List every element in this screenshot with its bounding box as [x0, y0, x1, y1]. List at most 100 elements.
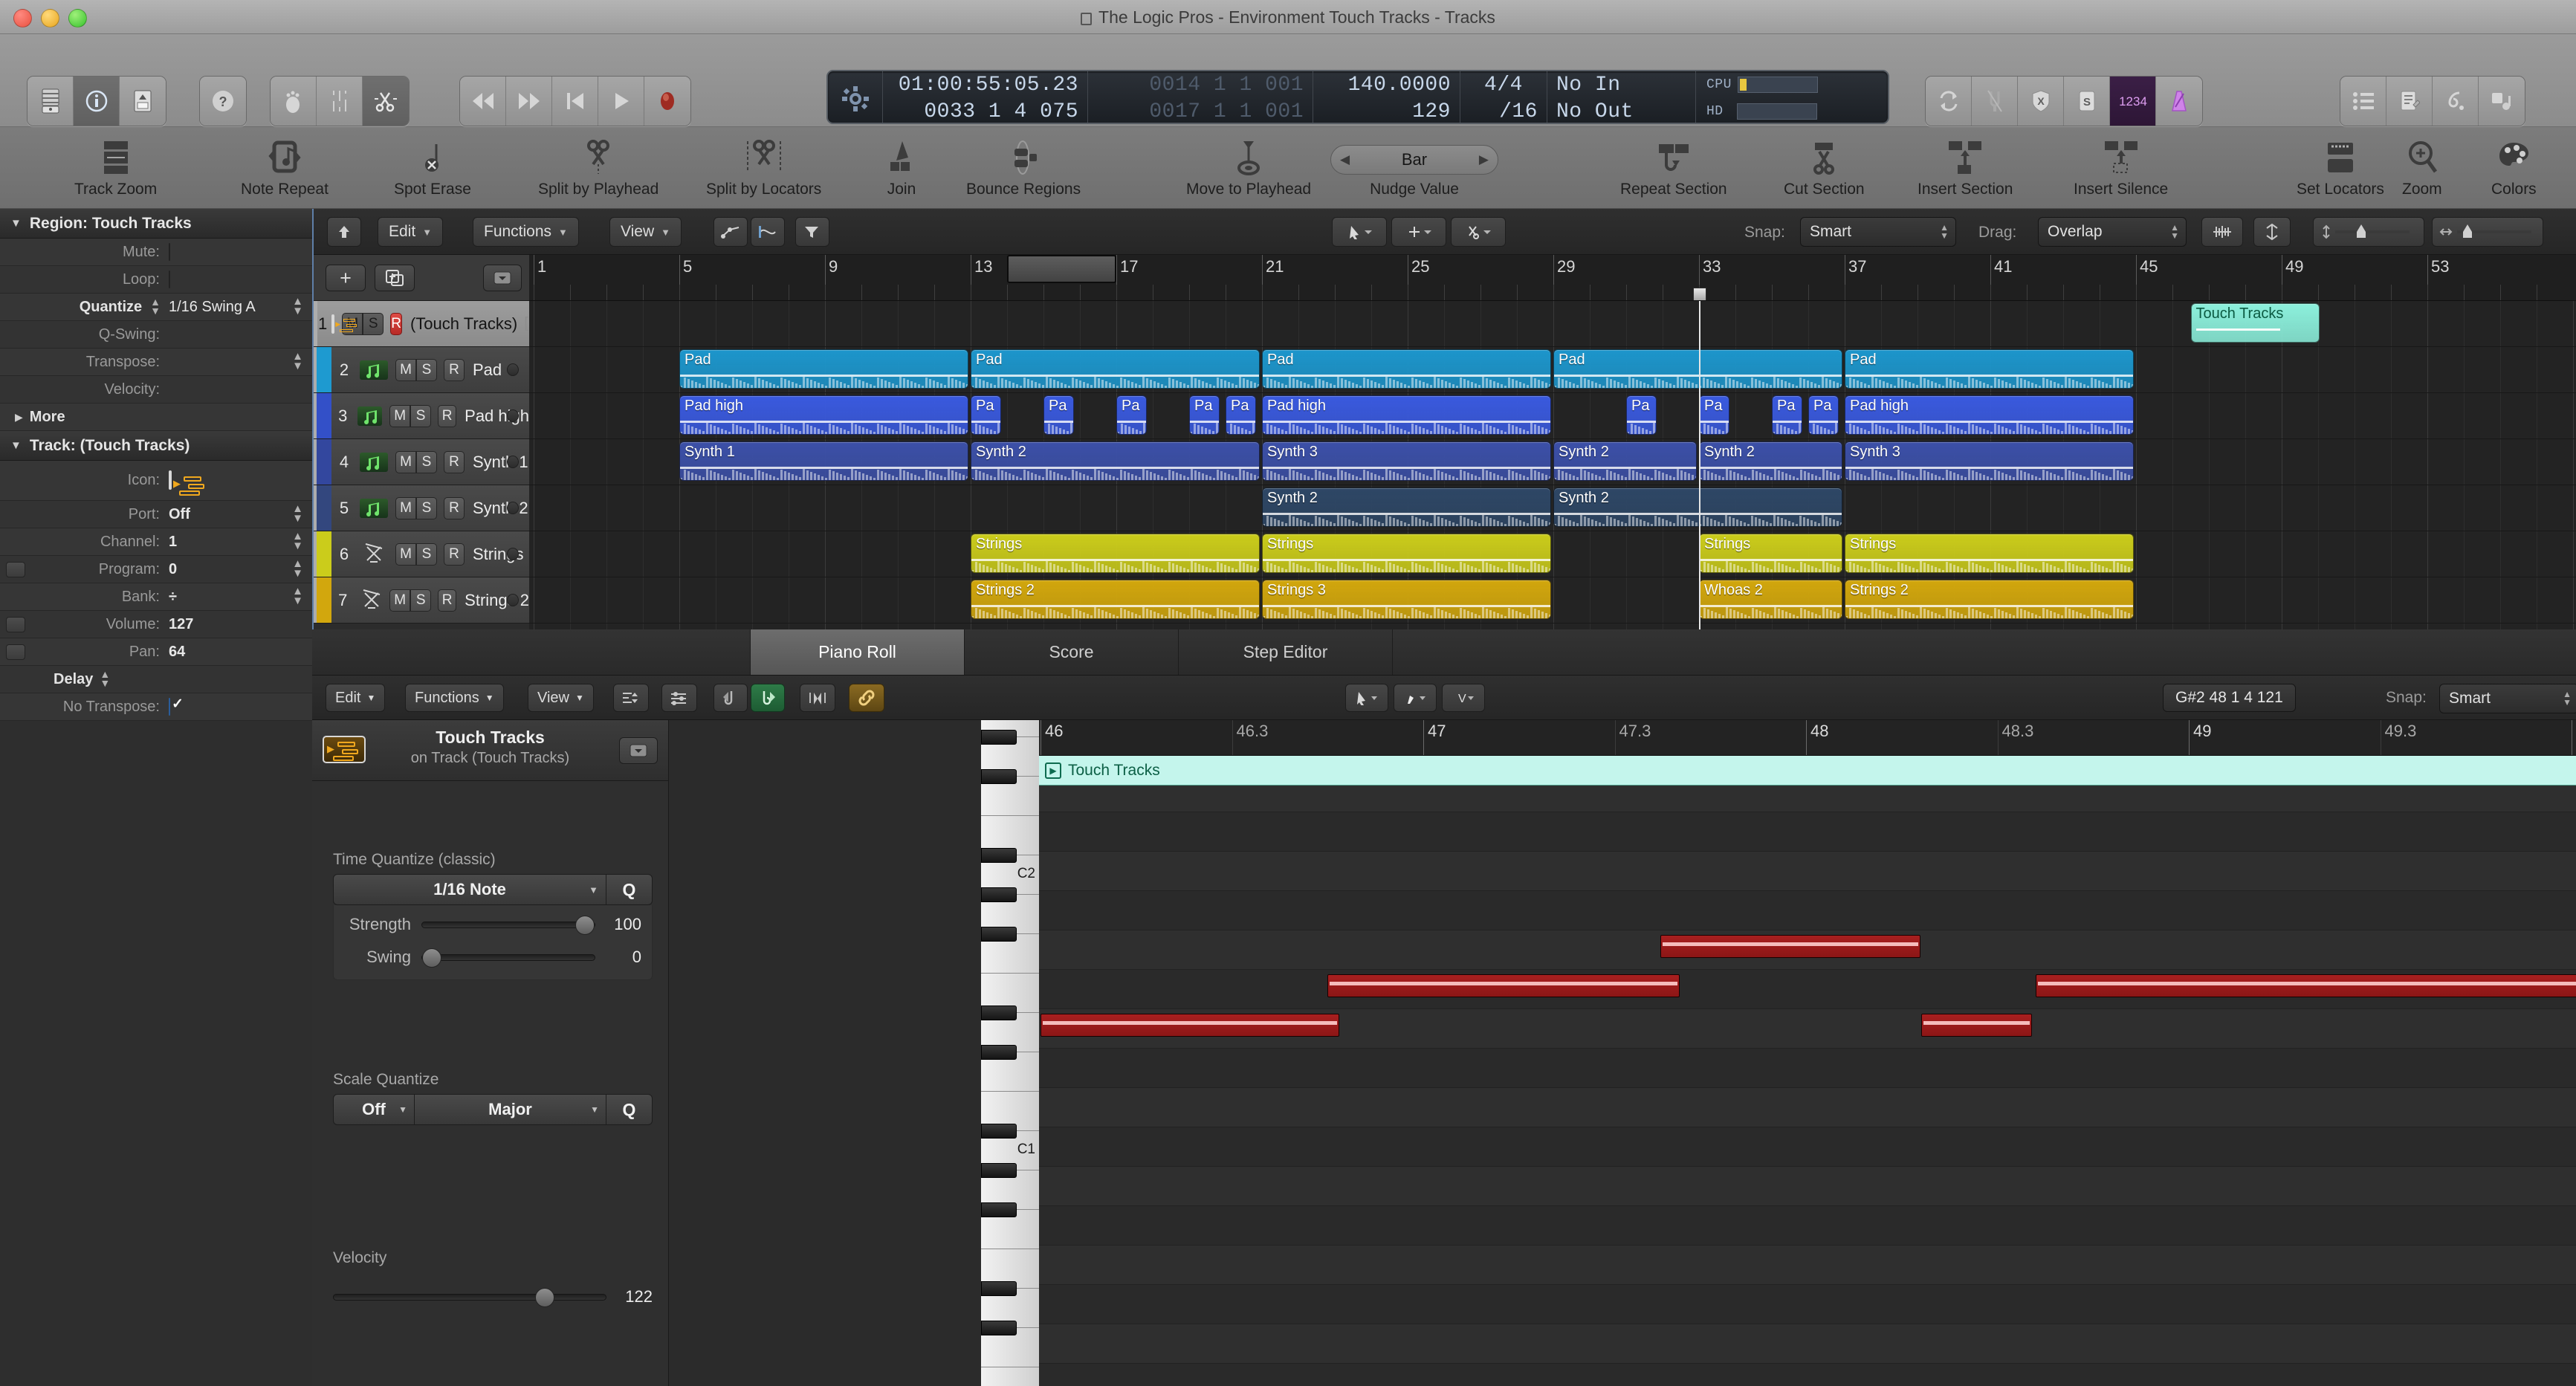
inspector-row-no-transpose[interactable]: No Transpose:	[0, 693, 312, 721]
region[interactable]: Pa	[1772, 395, 1803, 435]
volume-value[interactable]: 127	[166, 616, 312, 633]
nudge-left-arrow-icon[interactable]: ◀	[1340, 152, 1350, 167]
region[interactable]: Strings	[1845, 534, 2134, 573]
piano-black-key[interactable]	[981, 887, 1017, 902]
track-volume-knob[interactable]	[507, 409, 519, 422]
pr-pitch-lane[interactable]	[1039, 1088, 2576, 1127]
track-inspector-header[interactable]: ▼ Track: (Touch Tracks)	[0, 431, 312, 461]
piano-black-key[interactable]	[981, 1124, 1017, 1139]
volume-enable-checkbox[interactable]	[6, 616, 25, 632]
bank-value[interactable]: ÷	[166, 589, 312, 606]
cycle-region[interactable]	[1007, 255, 1116, 283]
pointer-tool-button[interactable]	[1332, 217, 1387, 247]
inspector-row-port[interactable]: Port: Off ▲ ▼	[0, 501, 312, 528]
editor-menu-view[interactable]: View ▼	[528, 684, 594, 712]
stepper-icon[interactable]: ▲ ▼	[2170, 223, 2179, 240]
toolbar-item-split-locators[interactable]: Split by Locators	[706, 137, 821, 198]
horizontal-zoom-slider[interactable]	[2432, 217, 2543, 247]
track-volume-knob[interactable]	[507, 594, 519, 606]
pr-pitch-lane[interactable]	[1039, 1167, 2576, 1206]
inspector-row-pan[interactable]: Pan: 64	[0, 638, 312, 666]
toolbar-item-set-locators[interactable]: Set Locators	[2297, 137, 2384, 198]
midi-in-button[interactable]	[713, 684, 748, 712]
inspector-row-volume[interactable]: Volume: 127	[0, 611, 312, 638]
loop-checkbox[interactable]	[169, 270, 170, 288]
inspector-row-transpose[interactable]: Transpose: ▲ ▼	[0, 349, 312, 376]
lcd-locator-right[interactable]: 0017 1 1 001	[1149, 100, 1304, 123]
region[interactable]: Pa	[1226, 395, 1257, 435]
region[interactable]: Synth 3	[1845, 441, 2134, 481]
toolbar-item-colors[interactable]: Colors	[2491, 137, 2537, 198]
help-group[interactable]: ?	[199, 76, 247, 126]
track-volume-knob[interactable]	[507, 456, 519, 468]
library-icon[interactable]	[27, 77, 74, 126]
pr-pitch-lane[interactable]	[1039, 1246, 2576, 1285]
slider-knob[interactable]	[534, 1287, 554, 1307]
piano-roll-grid[interactable]	[1039, 756, 2576, 1386]
track-row[interactable]: 7 M S R Strings 2	[314, 577, 529, 624]
tab-piano-roll[interactable]: Piano Roll	[751, 629, 965, 675]
track-volume-knob[interactable]	[507, 548, 519, 560]
track-lane[interactable]	[529, 485, 2576, 531]
midi-note[interactable]	[1327, 974, 1680, 997]
solo-button[interactable]: S	[363, 312, 384, 335]
inspector-row-qswing[interactable]: Q-Swing:	[0, 321, 312, 349]
snap-select[interactable]: Smart ▲ ▼	[1800, 217, 1956, 247]
scissors-tool-button[interactable]	[1451, 217, 1506, 247]
rewind-button[interactable]	[460, 77, 506, 126]
track-name[interactable]: Pad	[473, 360, 502, 380]
bank-stepper-icon[interactable]: ▲ ▼	[292, 586, 303, 606]
record-enable-button[interactable]: R	[444, 450, 465, 473]
region[interactable]: Strings	[1699, 534, 1842, 573]
region[interactable]: Pad	[679, 349, 968, 389]
record-enable-button[interactable]: R	[390, 312, 402, 335]
piano-black-key[interactable]	[981, 848, 1017, 863]
smart-controls-icon[interactable]	[120, 77, 166, 126]
velocity-slider[interactable]	[333, 1287, 606, 1307]
track-row[interactable]: 4 M S R Synth 1	[314, 439, 529, 485]
track-row[interactable]: 6 M S R Strings	[314, 531, 529, 577]
pr-pitch-lane[interactable]	[1039, 891, 2576, 930]
strength-slider[interactable]	[421, 915, 595, 935]
midi-region-icon[interactable]	[357, 406, 383, 426]
mute-solo-group[interactable]: MS	[395, 358, 437, 381]
region[interactable]: Pa	[1116, 395, 1148, 435]
nudge-right-arrow-icon[interactable]: ▶	[1479, 152, 1489, 167]
piano-roll-region-bar[interactable]: ▶ Touch Tracks	[1039, 756, 2576, 786]
region[interactable]: Pa	[971, 395, 1002, 435]
midi-note[interactable]	[1660, 935, 1921, 958]
transport-group[interactable]	[459, 76, 691, 126]
program-enable-checkbox[interactable]	[6, 561, 25, 577]
region[interactable]: Pad high	[1262, 395, 1551, 435]
region[interactable]: Whoas 2	[1699, 580, 1842, 619]
slider-knob[interactable]	[575, 915, 595, 935]
midi-region-icon[interactable]	[360, 452, 388, 472]
scale-quantize-mode-select[interactable]: Off ▼	[333, 1094, 415, 1125]
track-name[interactable]: (Touch Tracks)	[410, 314, 517, 334]
musical-typing-icon[interactable]	[271, 77, 317, 126]
solo-button[interactable]: S	[416, 450, 437, 473]
note-position-display[interactable]: G#2 48 1 4 121	[2163, 684, 2296, 712]
arrange-menu-edit[interactable]: Edit ▼	[378, 217, 444, 247]
record-enable-button[interactable]: R	[438, 589, 457, 612]
edit-mode-group[interactable]	[270, 76, 410, 126]
toolbar-item-repeat-section[interactable]: Repeat Section	[1620, 137, 1727, 198]
mixer-icon[interactable]	[317, 77, 363, 126]
track-options-button[interactable]	[483, 265, 522, 291]
toolbar-item-zoom[interactable]: Zoom	[2402, 137, 2442, 198]
toolbar-item-join[interactable]: Join	[886, 137, 917, 198]
inspector-row-loop[interactable]: Loop:	[0, 266, 312, 294]
piano-white-key[interactable]	[981, 1367, 1039, 1386]
solo-button[interactable]: S	[416, 496, 437, 519]
region[interactable]: Pa	[1808, 395, 1839, 435]
vertical-zoom-slider[interactable]	[2313, 217, 2424, 247]
transpose-stepper-icon[interactable]: ▲ ▼	[292, 351, 303, 371]
marquee-tool-button[interactable]	[1391, 217, 1446, 247]
piano-black-key[interactable]	[981, 1163, 1017, 1178]
track-height-button[interactable]	[2253, 217, 2291, 247]
arrange-ruler[interactable]: 1 5 9 13 17 21 25 29 33 37 41 45 49 53	[529, 255, 2576, 301]
region[interactable]: Synth 2	[1553, 488, 1842, 527]
mute-solo-group[interactable]: MS	[395, 450, 437, 473]
port-stepper-icon[interactable]: ▲ ▼	[292, 503, 303, 523]
toolbar-item-note-repeat[interactable]: Note Repeat	[241, 137, 329, 198]
